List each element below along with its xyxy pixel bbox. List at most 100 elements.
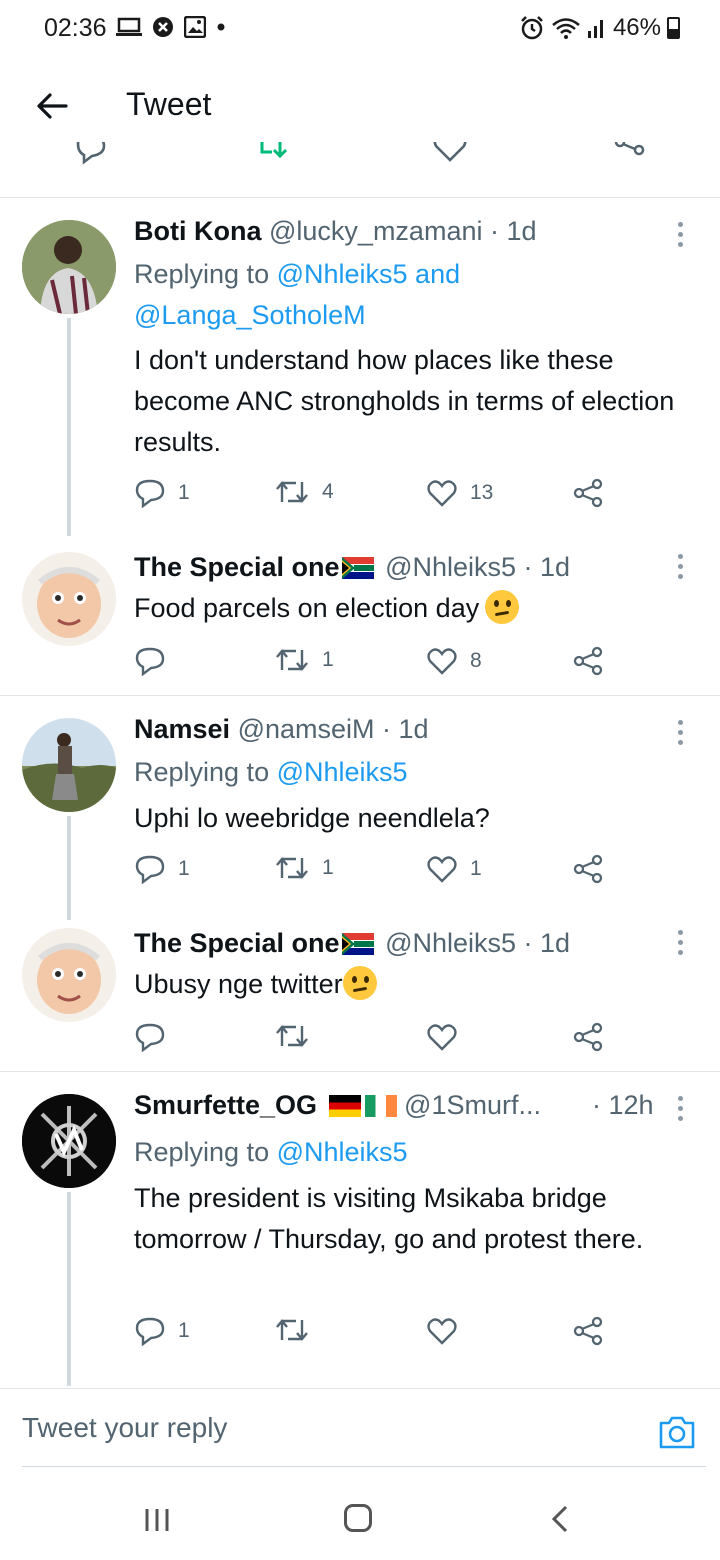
tweet-author-name[interactable]: Namsei	[134, 714, 230, 744]
share-button[interactable]	[572, 1316, 604, 1346]
share-button[interactable]	[572, 478, 604, 508]
avatar[interactable]	[22, 220, 116, 314]
tweet[interactable]: Smurfette_OG @1Smurf... · 12h Replying t…	[0, 1084, 720, 1386]
share-icon	[573, 478, 603, 508]
thread-line	[67, 318, 71, 536]
tweet-handle-time: @namseiM · 1d	[230, 714, 429, 744]
more-options-icon[interactable]	[678, 930, 686, 960]
like-button[interactable]	[426, 1316, 470, 1346]
replying-to: Replying to @Nhleiks5	[134, 1137, 408, 1167]
divider	[0, 1071, 720, 1072]
reply-button[interactable]	[134, 1022, 178, 1052]
retweet-button[interactable]: 4	[274, 478, 334, 506]
retweet-button[interactable]	[274, 1316, 322, 1344]
tweet-author-name[interactable]: Boti Kona	[134, 216, 262, 246]
more-options-icon[interactable]	[678, 1096, 686, 1126]
like-button[interactable]: 13	[426, 478, 493, 508]
reply-button[interactable]: 1	[134, 1316, 190, 1346]
like-icon	[427, 1024, 457, 1051]
tweet[interactable]: The Special one @Nhleiks5 · 1d Food parc…	[0, 548, 720, 694]
south-africa-flag-icon	[341, 557, 374, 579]
like-count: 8	[470, 649, 482, 672]
divider	[0, 197, 720, 198]
divider	[0, 695, 720, 696]
status-bar: 02:36 46%	[0, 0, 720, 60]
retweet-icon[interactable]	[256, 142, 290, 164]
like-button[interactable]: 1	[426, 854, 482, 884]
share-icon	[573, 646, 603, 676]
replying-to: Replying to @Nhleiks5 and @Langa_Sothole…	[134, 259, 461, 330]
like-icon[interactable]	[432, 142, 468, 164]
reply-icon	[135, 647, 165, 676]
signal-icon	[587, 20, 603, 38]
tweet-author-name[interactable]: The Special one	[134, 552, 340, 582]
avatar[interactable]	[22, 928, 116, 1022]
tweet-handle-time: @lucky_mzamani · 1d	[261, 216, 537, 246]
more-options-icon[interactable]	[678, 554, 686, 584]
back-arrow-icon[interactable]	[32, 86, 72, 126]
retweet-icon	[276, 1319, 308, 1341]
tweet-text: Uphi lo weebridge neendlela?	[134, 803, 490, 833]
more-options-icon[interactable]	[678, 222, 686, 252]
reply-button[interactable]: 1	[134, 854, 190, 884]
like-icon	[427, 480, 457, 507]
recent-apps-icon[interactable]	[143, 1506, 171, 1534]
avatar[interactable]	[22, 1094, 116, 1188]
tweet-text: The president is visiting Msikaba bridge…	[134, 1183, 644, 1254]
germany-flag-icon	[328, 1095, 361, 1117]
reply-count: 1	[178, 481, 190, 504]
tweet-time: · 12h	[592, 1090, 654, 1120]
battery-icon	[667, 17, 680, 39]
reply-icon	[135, 479, 165, 508]
share-icon	[573, 1316, 603, 1346]
tweet-actions: 1 8	[134, 646, 614, 676]
tweet-text: Ubusy nge twitter	[134, 969, 343, 999]
system-nav-bar	[0, 1480, 720, 1560]
mention-link[interactable]: @Nhleiks5	[277, 757, 408, 787]
tweet[interactable]: Boti Kona @lucky_mzamani · 1d Replying t…	[0, 210, 720, 536]
retweet-icon	[276, 481, 308, 503]
status-time: 02:36	[44, 14, 107, 42]
like-count: 13	[470, 481, 494, 504]
mention-link[interactable]: @Nhleiks5	[277, 1137, 408, 1167]
retweet-button[interactable]	[274, 1022, 322, 1050]
share-button[interactable]	[572, 854, 604, 884]
share-button[interactable]	[572, 646, 604, 676]
avatar[interactable]	[22, 552, 116, 646]
reply-input[interactable]: Tweet your reply	[22, 1412, 227, 1444]
tweet-actions: 1 1 1	[134, 854, 614, 884]
like-count: 1	[470, 857, 482, 880]
retweet-button[interactable]: 1	[274, 646, 334, 674]
app-header: Tweet	[0, 60, 720, 152]
tweet-author-name[interactable]: The Special one	[134, 928, 340, 958]
tweet-handle-time: @Nhleiks5 · 1d	[377, 928, 571, 958]
tweet[interactable]: Namsei @namseiM · 1d Replying to @Nhleik…	[0, 708, 720, 920]
laptop-icon	[116, 17, 142, 36]
main-tweet-actions	[0, 142, 720, 174]
tweet-text: Food parcels on election day	[134, 593, 480, 623]
thread-line	[67, 816, 71, 920]
gallery-icon	[184, 16, 206, 38]
like-button[interactable]: 8	[426, 646, 482, 676]
retweet-button[interactable]: 1	[274, 854, 334, 882]
tweet-handle: @1Smurf...	[396, 1090, 541, 1120]
camera-icon[interactable]	[658, 1414, 696, 1450]
thread-line	[67, 1192, 71, 1386]
thinking-face-icon	[485, 590, 520, 624]
reply-button[interactable]: 1	[134, 478, 190, 508]
like-icon	[427, 648, 457, 675]
share-icon[interactable]	[612, 142, 648, 166]
tweet-actions: 1 4 13	[134, 478, 614, 508]
avatar[interactable]	[22, 718, 116, 812]
home-button-icon[interactable]	[344, 1504, 372, 1532]
retweet-count: 1	[322, 648, 334, 671]
nav-back-icon[interactable]	[548, 1504, 572, 1534]
share-button[interactable]	[572, 1022, 604, 1052]
blocked-icon	[153, 17, 173, 37]
more-options-icon[interactable]	[678, 720, 686, 750]
tweet-author-name[interactable]: Smurfette_OG	[134, 1090, 325, 1120]
like-button[interactable]	[426, 1022, 470, 1052]
reply-icon[interactable]	[74, 142, 108, 166]
reply-button[interactable]	[134, 646, 178, 676]
tweet[interactable]: The Special one @Nhleiks5 · 1d Ubusy nge…	[0, 924, 720, 1070]
